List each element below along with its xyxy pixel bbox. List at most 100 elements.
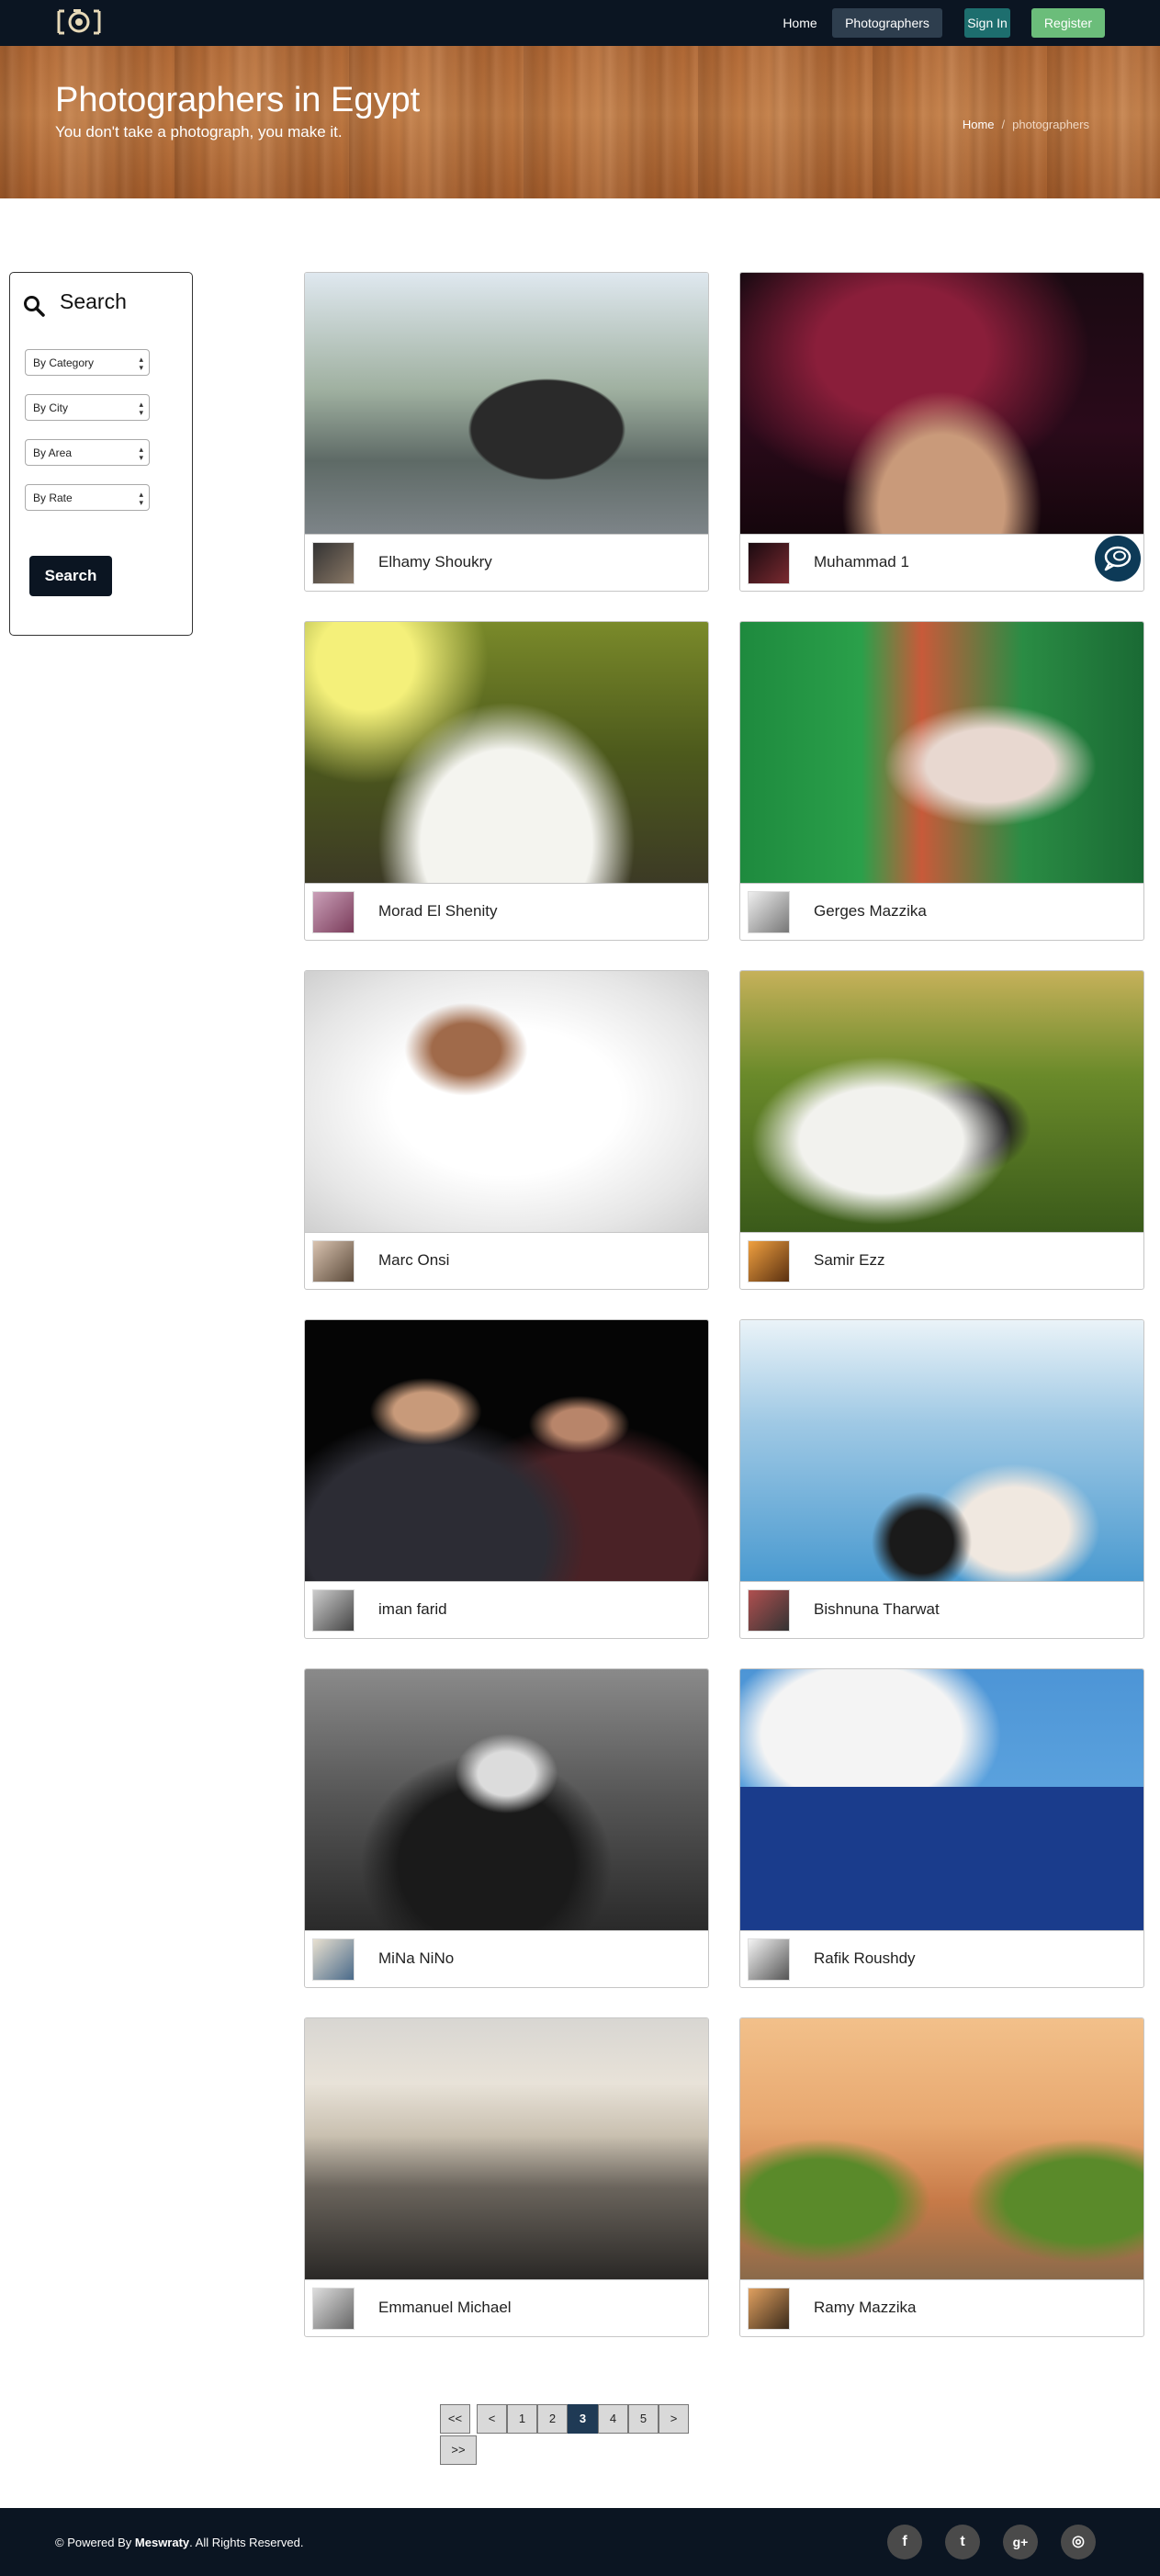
page-last-button[interactable]: >>	[440, 2435, 477, 2465]
photographer-name[interactable]: Ramy Mazzika	[814, 2299, 916, 2317]
photographer-name[interactable]: Gerges Mazzika	[814, 902, 927, 921]
chat-button[interactable]	[1095, 536, 1141, 582]
sign-in-button[interactable]: Sign In	[964, 8, 1010, 38]
nav-home-link[interactable]: Home	[774, 8, 826, 38]
page-prev-button[interactable]: <	[477, 2404, 507, 2434]
photographer-card[interactable]: Elhamy Shoukry	[304, 272, 709, 592]
photographer-cover-photo[interactable]	[305, 1320, 708, 1581]
card-footer: Morad El Shenity	[305, 883, 708, 940]
photographer-name[interactable]: MiNa NiNo	[378, 1949, 454, 1968]
photographer-cover-photo[interactable]	[305, 273, 708, 534]
photographer-cover-photo[interactable]	[305, 1669, 708, 1930]
photographer-card[interactable]: Muhammad 1	[739, 272, 1144, 592]
photographer-card[interactable]: Ramy Mazzika	[739, 2017, 1144, 2337]
photographer-name[interactable]: iman farid	[378, 1600, 447, 1619]
photographer-card[interactable]: Rafik Roushdy	[739, 1668, 1144, 1988]
nav-photographers-link[interactable]: Photographers	[832, 8, 942, 38]
google-plus-icon[interactable]: g+	[1003, 2525, 1038, 2559]
avatar[interactable]	[748, 542, 790, 584]
register-button[interactable]: Register	[1031, 8, 1105, 38]
photographer-card[interactable]: MiNa NiNo	[304, 1668, 709, 1988]
photographer-card[interactable]: Emmanuel Michael	[304, 2017, 709, 2337]
photographer-name[interactable]: Samir Ezz	[814, 1251, 884, 1270]
avatar[interactable]	[748, 1938, 790, 1981]
card-footer: Marc Onsi	[305, 1232, 708, 1289]
avatar[interactable]	[312, 542, 355, 584]
photographer-cover-photo[interactable]	[740, 2018, 1143, 2279]
city-select[interactable]: By City ▴ ▾	[25, 394, 150, 421]
photographer-cover-photo[interactable]	[740, 1320, 1143, 1581]
photographer-name[interactable]: Emmanuel Michael	[378, 2299, 512, 2317]
avatar[interactable]	[312, 1938, 355, 1981]
breadcrumb-separator: /	[1001, 118, 1006, 131]
breadcrumb-current: photographers	[1012, 118, 1089, 131]
twitter-icon[interactable]: t	[945, 2525, 980, 2559]
photographer-name[interactable]: Muhammad 1	[814, 553, 909, 571]
select-caret-icon: ▴ ▾	[139, 400, 143, 417]
card-footer: Muhammad 1	[740, 534, 1143, 591]
avatar[interactable]	[748, 1240, 790, 1282]
avatar[interactable]	[748, 2288, 790, 2330]
page-2-button[interactable]: 2	[537, 2404, 568, 2434]
page-1-button[interactable]: 1	[507, 2404, 537, 2434]
card-footer: Emmanuel Michael	[305, 2279, 708, 2336]
page-first-button[interactable]: <<	[440, 2404, 470, 2434]
card-footer: iman farid	[305, 1581, 708, 1638]
page-subtitle: You don't take a photograph, you make it…	[55, 123, 343, 141]
search-panel: Search By Category ▴ ▾ By City ▴ ▾ By Area ▴ ▾…	[9, 272, 193, 636]
camera-logo-icon[interactable]	[55, 8, 103, 36]
photographer-name[interactable]: Bishnuna Tharwat	[814, 1600, 940, 1619]
select-caret-icon: ▴ ▾	[139, 490, 143, 507]
select-caret-icon: ▴ ▾	[139, 355, 143, 372]
page-4-button[interactable]: 4	[598, 2404, 628, 2434]
top-navbar: Home Photographers Sign In Register	[0, 0, 1160, 46]
brand-link[interactable]: Meswraty	[135, 2536, 189, 2549]
photographer-name[interactable]: Rafik Roushdy	[814, 1949, 916, 1968]
avatar[interactable]	[748, 1589, 790, 1632]
photographer-cover-photo[interactable]	[740, 273, 1143, 534]
breadcrumb: Home / photographers	[963, 118, 1089, 131]
avatar[interactable]	[312, 2288, 355, 2330]
photographer-name[interactable]: Morad El Shenity	[378, 902, 497, 921]
avatar[interactable]	[312, 1589, 355, 1632]
photographer-cover-photo[interactable]	[305, 971, 708, 1232]
chat-bubble-icon	[1104, 546, 1132, 571]
avatar[interactable]	[312, 891, 355, 933]
card-footer: MiNa NiNo	[305, 1930, 708, 1987]
category-select[interactable]: By Category ▴ ▾	[25, 349, 150, 376]
facebook-icon[interactable]: f	[887, 2525, 922, 2559]
page-3-button[interactable]: 3	[568, 2404, 598, 2434]
photographer-cover-photo[interactable]	[740, 1669, 1143, 1930]
search-button[interactable]: Search	[29, 556, 112, 596]
avatar[interactable]	[312, 1240, 355, 1282]
photographer-card[interactable]: Gerges Mazzika	[739, 621, 1144, 941]
photographer-card[interactable]: Bishnuna Tharwat	[739, 1319, 1144, 1639]
card-footer: Elhamy Shoukry	[305, 534, 708, 591]
copyright-text: © Powered By Meswraty. All Rights Reserv…	[55, 2536, 303, 2549]
photographer-card[interactable]: Samir Ezz	[739, 970, 1144, 1290]
photographer-card[interactable]: Marc Onsi	[304, 970, 709, 1290]
copyright-prefix: © Powered By	[55, 2536, 135, 2549]
card-footer: Samir Ezz	[740, 1232, 1143, 1289]
rate-select[interactable]: By Rate ▴ ▾	[25, 484, 150, 511]
photographer-name[interactable]: Marc Onsi	[378, 1251, 449, 1270]
photographer-card[interactable]: Morad El Shenity	[304, 621, 709, 941]
instagram-icon[interactable]: ◎	[1061, 2525, 1096, 2559]
page-5-button[interactable]: 5	[628, 2404, 659, 2434]
photographer-card[interactable]: iman farid	[304, 1319, 709, 1639]
photographer-cover-photo[interactable]	[740, 971, 1143, 1232]
photographer-cover-photo[interactable]	[305, 622, 708, 883]
page-next-button[interactable]: >	[659, 2404, 689, 2434]
search-icon	[24, 296, 45, 317]
copyright-suffix: . All Rights Reserved.	[189, 2536, 304, 2549]
photographer-cover-photo[interactable]	[740, 622, 1143, 883]
avatar[interactable]	[748, 891, 790, 933]
hero-banner: Photographers in Egypt You don't take a …	[0, 46, 1160, 198]
area-select[interactable]: By Area ▴ ▾	[25, 439, 150, 466]
photographer-cover-photo[interactable]	[305, 2018, 708, 2279]
card-footer: Rafik Roushdy	[740, 1930, 1143, 1987]
rate-select-value: By Rate	[33, 491, 73, 504]
photographer-name[interactable]: Elhamy Shoukry	[378, 553, 492, 571]
area-select-value: By Area	[33, 446, 73, 459]
breadcrumb-home-link[interactable]: Home	[963, 118, 995, 131]
